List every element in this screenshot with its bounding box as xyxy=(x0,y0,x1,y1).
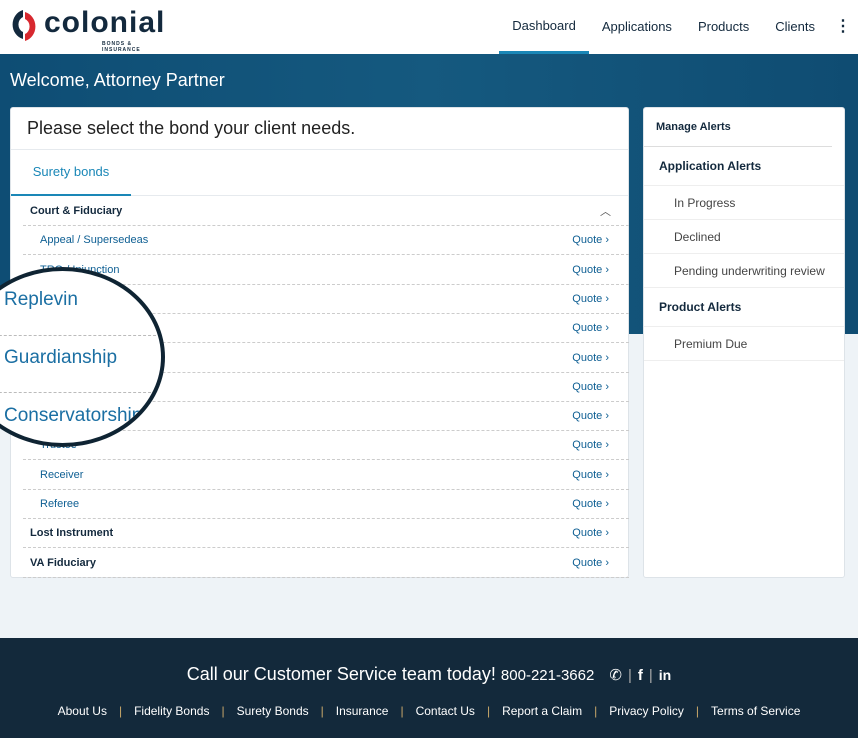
divider: | xyxy=(695,704,700,718)
chevron-right-icon: › xyxy=(602,527,609,540)
alerts-panel: Manage Alerts Application Alerts In Prog… xyxy=(643,107,845,578)
divider: | xyxy=(320,704,324,718)
manage-alerts-title: Manage Alerts xyxy=(644,108,832,147)
quote-label: Quote xyxy=(572,351,603,364)
quote-label: Quote xyxy=(572,439,603,452)
colonial-logo[interactable]: colonial BONDS & INSURANCE xyxy=(10,6,166,53)
footer-link[interactable]: Report a Claim xyxy=(502,704,582,718)
footer-link[interactable]: Surety Bonds xyxy=(237,704,309,718)
bond-row[interactable]: Referee Quote › xyxy=(23,490,629,519)
main-nav: Dashboard Applications Products Clients … xyxy=(499,0,858,54)
chevron-right-icon: › xyxy=(602,468,609,481)
tab-surety-bonds[interactable]: Surety bonds xyxy=(11,150,131,196)
quote-label: Quote xyxy=(572,556,603,569)
chevron-right-icon: › xyxy=(602,380,609,393)
quote-label: Quote xyxy=(572,380,603,393)
welcome-heading: Welcome, Attorney Partner xyxy=(10,70,225,90)
logo-mark-icon xyxy=(12,10,36,41)
nav-applications[interactable]: Applications xyxy=(589,0,685,54)
divider: | xyxy=(118,704,123,718)
magnified-text: Replevin xyxy=(4,289,78,310)
divider: | xyxy=(486,704,491,718)
chevron-right-icon: › xyxy=(602,263,609,276)
quote-link[interactable]: Quote › xyxy=(572,293,609,305)
product-alerts-heading: Product Alerts xyxy=(644,288,844,327)
nav-dashboard[interactable]: Dashboard xyxy=(499,0,589,54)
footer-link[interactable]: Terms of Service xyxy=(711,704,800,718)
row-label: Receiver xyxy=(40,468,84,481)
quote-link[interactable]: Quote › xyxy=(572,557,609,569)
quote-label: Quote xyxy=(572,498,603,510)
kebab-icon[interactable]: ⋮ xyxy=(828,0,858,54)
quote-link[interactable]: Quote › xyxy=(572,498,609,510)
linkedin-icon[interactable]: in xyxy=(659,667,671,683)
quote-label: Quote xyxy=(572,322,603,335)
footer-link[interactable]: Contact Us xyxy=(416,704,475,718)
footer-link[interactable]: Insurance xyxy=(336,704,389,718)
quote-link[interactable]: Quote › xyxy=(572,322,609,334)
top-bar: colonial BONDS & INSURANCE Dashboard App… xyxy=(0,0,858,54)
footer-link[interactable]: Privacy Policy xyxy=(609,704,684,718)
chevron-right-icon: › xyxy=(602,498,609,510)
quote-link[interactable]: Quote › xyxy=(572,410,609,422)
divider: | xyxy=(400,704,404,718)
bond-row[interactable]: Appeal / Supersedeas Quote › xyxy=(23,226,629,256)
quote-label: Quote xyxy=(572,263,603,276)
row-label: Lost Instrument xyxy=(30,527,114,540)
chevron-right-icon: › xyxy=(602,292,609,305)
magnified-text: Guardianship xyxy=(4,347,118,368)
footer-link[interactable]: Fidelity Bonds xyxy=(134,704,209,718)
phone-number[interactable]: 800-221-3662 xyxy=(501,667,594,684)
quote-link[interactable]: Quote › xyxy=(572,469,609,481)
footer-links: About Us | Fidelity Bonds | Surety Bonds | Ins… xyxy=(0,704,858,718)
card-title: Please select the bond your client needs… xyxy=(11,108,628,150)
logo-text: colonial xyxy=(44,6,166,39)
alert-in-progress[interactable]: In Progress xyxy=(644,186,844,220)
alert-declined[interactable]: Declined xyxy=(644,220,844,254)
footer: Call our Customer Service team today! 80… xyxy=(0,638,858,738)
quote-link[interactable]: Quote › xyxy=(572,264,609,276)
footer-link[interactable]: About Us xyxy=(58,704,107,718)
alert-premium-due[interactable]: Premium Due xyxy=(644,327,844,361)
row-label: Appeal / Supersedeas xyxy=(40,234,149,247)
application-alerts-heading: Application Alerts xyxy=(644,147,844,186)
chevron-right-icon: › xyxy=(602,351,609,364)
row-label: Referee xyxy=(40,498,80,510)
quote-link[interactable]: Quote › xyxy=(572,234,609,246)
divider: | xyxy=(221,704,225,718)
phone-icon[interactable]: ✆ xyxy=(609,667,622,684)
customer-service-line: Call our Customer Service team today! 80… xyxy=(186,664,672,684)
quote-label: Quote xyxy=(572,292,603,305)
facebook-icon[interactable]: f xyxy=(638,667,643,684)
chevron-right-icon: › xyxy=(602,556,609,569)
quote-label: Quote xyxy=(572,234,603,247)
bond-row[interactable]: TrusteeQuote › xyxy=(23,431,629,461)
row-label: VA Fiduciary xyxy=(30,556,97,569)
quote-link[interactable]: Quote › xyxy=(572,439,609,451)
quote-link[interactable]: Quote › xyxy=(572,527,609,539)
divider: | xyxy=(594,704,598,718)
tabs: Surety bonds xyxy=(11,150,628,196)
alert-pending-review[interactable]: Pending underwriting review xyxy=(644,254,844,288)
nav-clients[interactable]: Clients xyxy=(762,0,828,54)
chevron-right-icon: › xyxy=(602,234,609,247)
bond-row[interactable]: Receiver Quote › xyxy=(23,461,629,490)
nav-products[interactable]: Products xyxy=(685,0,762,54)
quote-link[interactable]: Quote › xyxy=(572,381,609,393)
category-row[interactable]: Court & Fiduciary ︿ xyxy=(23,197,629,226)
chevron-right-icon: › xyxy=(602,439,609,452)
chevron-up-icon[interactable]: ︿ xyxy=(600,203,611,219)
quote-label: Quote xyxy=(572,468,603,481)
quote-label: Quote xyxy=(572,527,603,540)
quote-label: Quote xyxy=(572,410,603,423)
quote-link[interactable]: Quote › xyxy=(572,352,609,364)
chevron-right-icon: › xyxy=(602,410,609,423)
category-row[interactable]: VA Fiduciary Quote › xyxy=(23,549,629,578)
category-row[interactable]: Lost Instrument Quote › xyxy=(23,519,629,549)
magnified-text: Conservatorship xyxy=(4,405,143,426)
row-label: Court & Fiduciary xyxy=(30,205,123,217)
chevron-right-icon: › xyxy=(602,322,609,335)
call-text: Call our Customer Service team today! xyxy=(186,664,496,684)
logo-tagline: BONDS & INSURANCE xyxy=(102,41,141,53)
